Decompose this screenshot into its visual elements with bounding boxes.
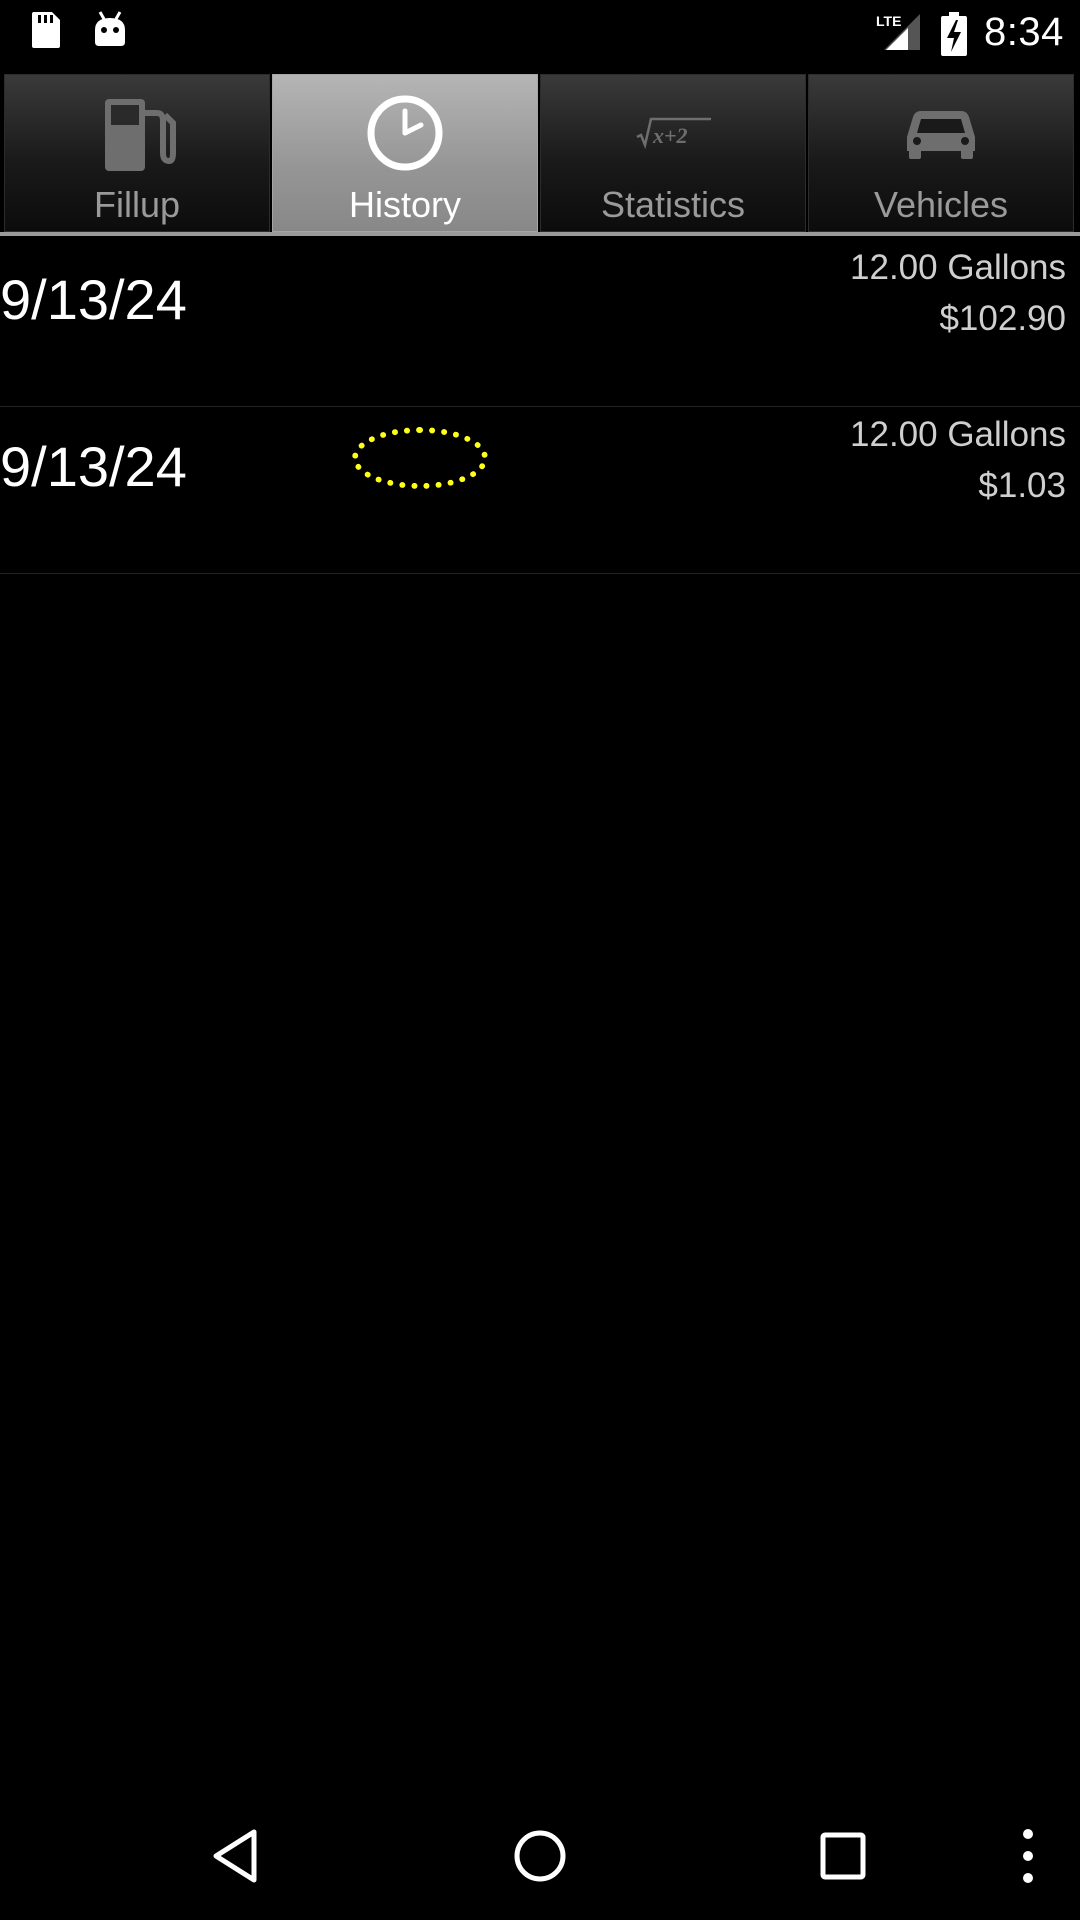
tab-label: History (348, 184, 461, 225)
tab-bar: Fillup History x+2 Statistics Vehicles (0, 72, 1080, 236)
status-clock: 8:34 (984, 10, 1064, 54)
fillup-cost: $1.03 (978, 466, 1066, 505)
clock-icon (273, 93, 537, 173)
history-list: 9/13/24 12.00 Gallons $102.90 9/13/24 12… (0, 240, 1080, 574)
fillup-gallons: 12.00 Gallons (850, 415, 1066, 454)
fillup-cost: $102.90 (939, 299, 1066, 338)
svg-text:x+2: x+2 (652, 123, 688, 148)
tab-history[interactable]: History (272, 74, 538, 232)
tab-label: Fillup (93, 184, 181, 225)
svg-text:LTE: LTE (876, 13, 901, 29)
status-bar: LTE 8:34 (0, 0, 1080, 72)
fillup-gallons: 12.00 Gallons (850, 248, 1066, 287)
android-debug-icon (92, 10, 128, 55)
math-formula-icon: x+2 (541, 93, 805, 173)
tab-statistics[interactable]: x+2 Statistics (540, 74, 806, 232)
overflow-menu-icon[interactable] (1010, 1824, 1046, 1893)
home-icon[interactable] (512, 1824, 568, 1893)
fillup-date: 9/13/24 (0, 435, 187, 498)
navigation-bar (0, 1792, 1080, 1920)
history-row[interactable]: 9/13/24 12.00 Gallons $102.90 (0, 240, 1080, 407)
recents-icon[interactable] (818, 1824, 868, 1893)
tap-highlight-ring (352, 427, 488, 489)
sd-card-icon (30, 10, 62, 55)
gas-pump-icon (5, 93, 269, 173)
car-icon (809, 93, 1073, 173)
lte-signal-icon: LTE (876, 12, 922, 57)
back-icon[interactable] (210, 1824, 260, 1893)
fillup-date: 9/13/24 (0, 268, 187, 331)
history-row[interactable]: 9/13/24 12.00 Gallons $1.03 (0, 407, 1080, 574)
tab-fillup[interactable]: Fillup (4, 74, 270, 232)
tab-vehicles[interactable]: Vehicles (808, 74, 1074, 232)
tab-label: Statistics (600, 184, 746, 225)
tab-label: Vehicles (873, 184, 1009, 225)
battery-charging-icon (940, 12, 968, 61)
